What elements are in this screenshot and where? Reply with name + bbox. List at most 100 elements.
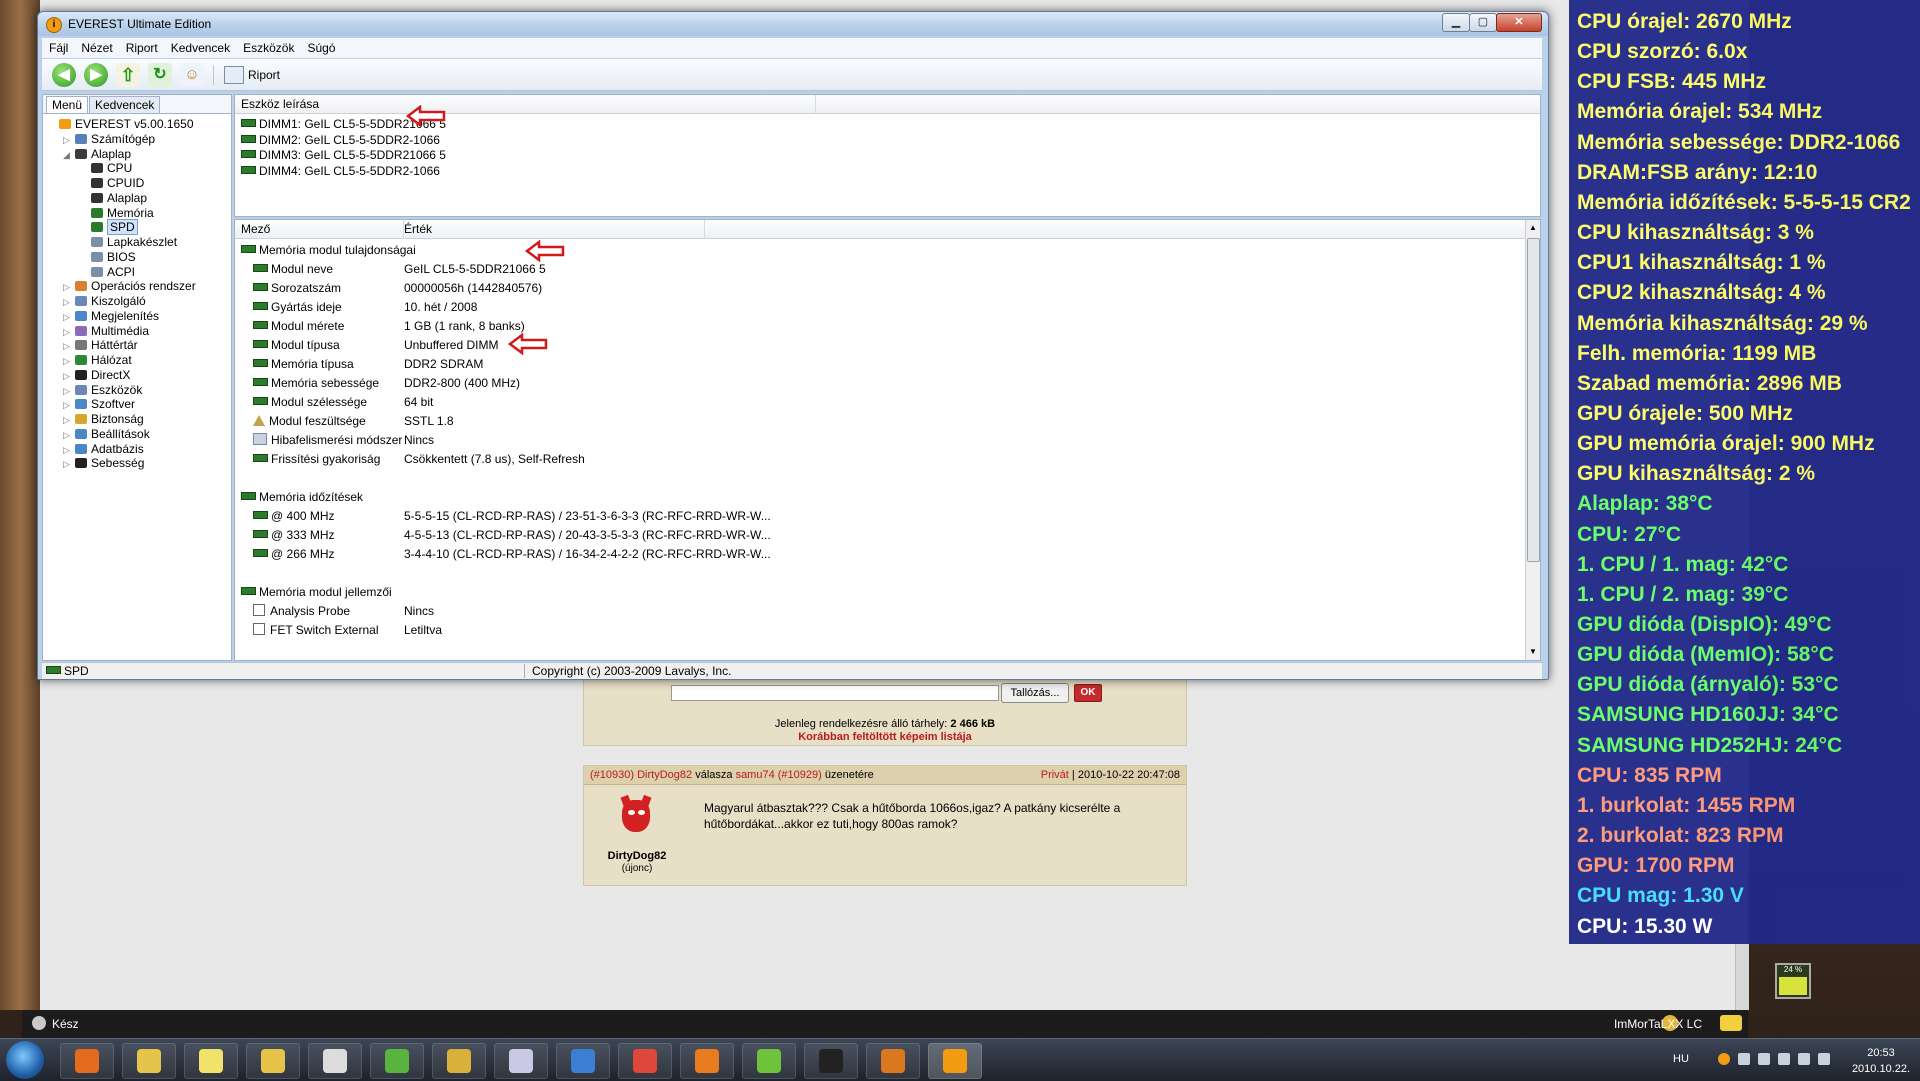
- report-button[interactable]: Riport: [248, 68, 280, 82]
- properties-scrollbar[interactable]: ▲ ▼: [1525, 220, 1540, 660]
- xmarks-taskbar-button[interactable]: [308, 1043, 362, 1079]
- property-row[interactable]: Modul szélessége: [253, 393, 367, 412]
- device-col-description[interactable]: Eszköz leírása: [235, 95, 816, 113]
- tree-expander-icon[interactable]: ▷: [63, 455, 73, 473]
- battery-icon[interactable]: [1818, 1053, 1830, 1065]
- previous-images-link[interactable]: Korábban feltöltött képeim listája: [584, 731, 1186, 743]
- status-folder-icon[interactable]: [1720, 1015, 1742, 1031]
- sticky-notes-taskbar-button[interactable]: [184, 1043, 238, 1079]
- property-row[interactable]: Sorozatszám: [253, 279, 341, 298]
- reply-to-link[interactable]: samu74: [736, 769, 775, 781]
- tree-expander-icon[interactable]: ◢: [63, 146, 73, 164]
- post-id-link[interactable]: (#10930): [590, 769, 634, 781]
- property-row[interactable]: @ 333 MHz: [253, 526, 335, 545]
- private-message-link[interactable]: Privát: [1041, 769, 1069, 781]
- property-value: SSTL 1.8: [404, 414, 454, 428]
- clock-date[interactable]: 2010.10.22.: [1845, 1063, 1917, 1075]
- flag-icon[interactable]: [1738, 1053, 1750, 1065]
- menu-item-4[interactable]: Eszközök: [236, 38, 300, 55]
- tree-item[interactable]: ▷ Sebesség: [63, 454, 144, 472]
- tab-favorites[interactable]: Kedvencek: [89, 96, 161, 113]
- property-row[interactable]: Frissítési gyakoriság: [253, 450, 380, 469]
- devil-avatar-icon[interactable]: [616, 794, 656, 836]
- scroll-up-icon[interactable]: ▲: [1526, 221, 1540, 235]
- property-row[interactable]: Modul feszültsége: [253, 412, 366, 431]
- property-row[interactable]: Memória típusa: [253, 355, 354, 374]
- property-row[interactable]: Analysis Probe: [253, 602, 350, 621]
- col-field-header[interactable]: Mező: [235, 220, 404, 238]
- property-value: GeIL CL5-5-5DDR21066 5: [404, 262, 546, 276]
- title-bar[interactable]: i EVEREST Ultimate Edition ▁ ▢ ✕: [38, 12, 1548, 36]
- menu-item-3[interactable]: Kedvencek: [164, 38, 236, 55]
- download-taskbar-button[interactable]: [556, 1043, 610, 1079]
- speaker-icon[interactable]: [1798, 1053, 1810, 1065]
- logged-in-user[interactable]: ImMorTaLXX LC: [1614, 1017, 1702, 1031]
- report-icon[interactable]: [224, 66, 244, 84]
- property-row[interactable]: Hibafelismerési módszer: [253, 431, 402, 450]
- maximize-button[interactable]: ▢: [1469, 13, 1497, 32]
- cpu-meter-gadget[interactable]: 24 %: [1775, 963, 1811, 999]
- refresh-icon[interactable]: ↻: [148, 63, 172, 87]
- minimize-button[interactable]: ▁: [1442, 13, 1470, 32]
- scroll-thumb[interactable]: [1527, 238, 1540, 562]
- menu-item-0[interactable]: Fájl: [42, 38, 74, 55]
- tree-item-label: Sebesség: [91, 456, 145, 471]
- multimedia-icon: [75, 325, 87, 336]
- utorrent-taskbar-button[interactable]: [370, 1043, 424, 1079]
- media-player-taskbar-button[interactable]: [60, 1043, 114, 1079]
- property-row[interactable]: Memória sebessége: [253, 374, 379, 393]
- windows-explorer-taskbar-button[interactable]: [122, 1043, 176, 1079]
- network-icon: [75, 355, 87, 365]
- clock-time[interactable]: 20:53: [1845, 1047, 1917, 1059]
- firefox-taskbar-button[interactable]: [680, 1043, 734, 1079]
- storage-icon: [75, 340, 87, 351]
- property-field: Modul feszültsége: [269, 414, 366, 428]
- arrow-up-icon[interactable]: [1758, 1053, 1770, 1065]
- tab-menu[interactable]: Menü: [46, 96, 89, 113]
- everest-taskbar-button[interactable]: [928, 1043, 982, 1079]
- vlc-disc-taskbar-button[interactable]: [494, 1043, 548, 1079]
- close-button[interactable]: ✕: [1496, 13, 1542, 32]
- file-manager-taskbar-button[interactable]: [246, 1043, 300, 1079]
- everest-window: i EVEREST Ultimate Edition ▁ ▢ ✕ Fájl Néz…: [37, 11, 1549, 680]
- wrc-game-taskbar-button[interactable]: [804, 1043, 858, 1079]
- back-arrow-icon[interactable]: ◀: [52, 63, 76, 87]
- property-row[interactable]: Gyártás ideje: [253, 298, 342, 317]
- sensor-reading: CPU: 835 RPM: [1577, 763, 1722, 787]
- property-row[interactable]: Modul neve: [253, 260, 333, 279]
- dimm-item[interactable]: DIMM4: GeIL CL5-5-5DDR2-1066: [241, 162, 440, 180]
- property-row[interactable]: @ 400 MHz: [253, 507, 335, 526]
- network-icon[interactable]: [1778, 1053, 1790, 1065]
- col-value-header[interactable]: Érték: [398, 220, 705, 238]
- sensor-reading: CPU órajel: 2670 MHz: [1577, 10, 1792, 33]
- browse-button[interactable]: Tallózás...: [1001, 683, 1069, 703]
- ram-module-icon: [241, 119, 256, 127]
- property-field: Memória sebessége: [271, 376, 380, 390]
- start-button[interactable]: [6, 1041, 44, 1079]
- property-row[interactable]: @ 266 MHz: [253, 545, 335, 564]
- menu-item-5[interactable]: Súgó: [300, 38, 341, 55]
- forward-arrow-icon[interactable]: ▶: [84, 63, 108, 87]
- property-row[interactable]: FET Switch External: [253, 621, 378, 640]
- status-copyright: Copyright (c) 2003-2009 Lavalys, Inc.: [532, 664, 732, 678]
- menu-item-2[interactable]: Riport: [119, 38, 164, 55]
- devices-icon: [75, 384, 87, 395]
- language-indicator[interactable]: HU: [1673, 1053, 1689, 1065]
- section-title: Memória modul tulajdonságai: [259, 243, 416, 257]
- users-icon[interactable]: ☺: [180, 63, 204, 87]
- tools-taskbar-button[interactable]: [432, 1043, 486, 1079]
- messenger-taskbar-button[interactable]: [742, 1043, 796, 1079]
- up-level-icon[interactable]: ⇧: [116, 63, 140, 87]
- upload-file-input[interactable]: [671, 685, 999, 701]
- property-row[interactable]: Modul mérete: [253, 317, 344, 336]
- reply-id-link[interactable]: (#10929): [778, 769, 822, 781]
- post-username[interactable]: DirtyDog82: [589, 850, 685, 862]
- post-author-link[interactable]: DirtyDog82: [637, 769, 692, 781]
- scroll-down-icon[interactable]: ▼: [1526, 645, 1540, 659]
- chrome-taskbar-button[interactable]: [618, 1043, 672, 1079]
- everest-tray-icon[interactable]: [1718, 1053, 1730, 1065]
- menu-item-1[interactable]: Nézet: [74, 38, 118, 55]
- burning-app-taskbar-button[interactable]: [866, 1043, 920, 1079]
- property-row[interactable]: Modul típusa: [253, 336, 340, 355]
- upload-ok-button[interactable]: OK: [1074, 684, 1102, 702]
